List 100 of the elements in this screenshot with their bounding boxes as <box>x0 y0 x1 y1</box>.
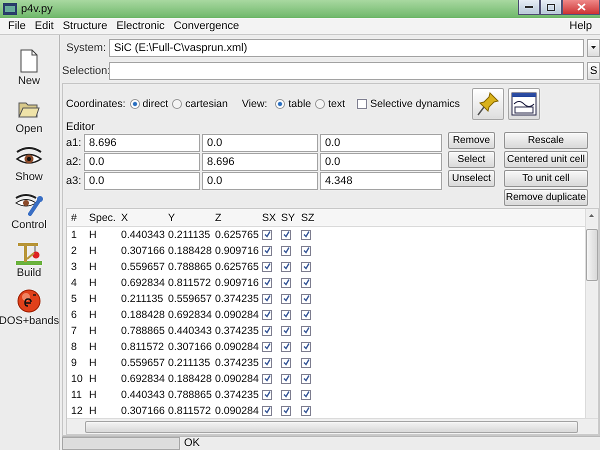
scrollbar-thumb[interactable] <box>586 229 598 281</box>
input-field[interactable]: 0.0 <box>202 172 318 190</box>
column-header[interactable]: Spec. <box>89 212 121 224</box>
table-cell-text: 7 <box>71 325 78 337</box>
input-field[interactable]: 0.0 <box>320 152 442 170</box>
radio-button[interactable] <box>172 99 182 109</box>
radio-button[interactable] <box>130 99 140 109</box>
checkbox[interactable] <box>301 358 311 368</box>
checkbox[interactable] <box>262 326 272 336</box>
checkbox[interactable] <box>281 358 291 368</box>
table-cell-text: 0.440343 <box>168 325 213 337</box>
checkbox[interactable] <box>281 294 291 304</box>
checkbox[interactable] <box>281 230 291 240</box>
scrollbar-thumb[interactable] <box>85 420 578 432</box>
checkbox[interactable] <box>262 406 272 416</box>
checkbox[interactable] <box>262 390 272 400</box>
toolbar-button[interactable]: Build <box>0 237 58 283</box>
checkbox[interactable] <box>262 310 272 320</box>
toolbar-button[interactable]: Control <box>0 189 58 235</box>
menu-item[interactable]: Structure <box>58 20 112 32</box>
checkbox[interactable] <box>301 310 311 320</box>
radio-button[interactable] <box>315 99 326 109</box>
close-button[interactable] <box>562 0 600 15</box>
checkbox[interactable] <box>301 326 311 336</box>
menu-item[interactable]: Help <box>565 20 596 32</box>
checkbox[interactable] <box>262 358 272 368</box>
action-button[interactable]: Centered unit cell <box>504 151 588 168</box>
input-field[interactable]: 0.0 <box>202 134 318 152</box>
checkbox[interactable] <box>357 99 368 109</box>
action-button[interactable]: To unit cell <box>504 170 588 187</box>
checkbox[interactable] <box>301 406 311 416</box>
checkbox[interactable] <box>262 342 272 352</box>
vector-label: a3: <box>66 174 82 186</box>
checkbox[interactable] <box>281 326 291 336</box>
menu-item[interactable]: Electronic <box>112 20 169 32</box>
checkbox[interactable] <box>281 278 291 288</box>
vertical-scrollbar[interactable] <box>585 209 598 418</box>
checkbox[interactable] <box>301 246 311 256</box>
action-button[interactable]: Select <box>448 151 495 168</box>
table-cell-text: H <box>89 293 98 305</box>
selection-field[interactable] <box>109 62 584 80</box>
radio-button[interactable] <box>275 99 286 109</box>
checkbox[interactable] <box>281 342 291 352</box>
toolbar-button[interactable]: New <box>0 45 58 91</box>
menu-item[interactable]: File <box>4 20 30 32</box>
field-label: System: <box>65 42 106 54</box>
column-header[interactable]: X <box>121 212 168 224</box>
checkbox[interactable] <box>281 390 291 400</box>
pin-button[interactable] <box>472 88 504 120</box>
toolbar-button[interactable]: Show <box>0 141 58 187</box>
checkbox[interactable] <box>262 278 272 288</box>
checkbox[interactable] <box>262 230 272 240</box>
checkbox[interactable] <box>262 262 272 272</box>
input-field[interactable]: 4.348 <box>320 172 442 190</box>
checkbox[interactable] <box>262 374 272 384</box>
minimize-button[interactable] <box>518 0 540 15</box>
input-field[interactable]: 0.0 <box>84 152 200 170</box>
checkbox[interactable] <box>301 390 311 400</box>
checkbox[interactable] <box>301 230 311 240</box>
checkbox[interactable] <box>262 246 272 256</box>
table-cell-text: 0.211135 <box>168 357 212 369</box>
checkbox[interactable] <box>301 294 311 304</box>
table-cell-text: 0.909716 <box>215 277 260 289</box>
checkbox[interactable] <box>301 342 311 352</box>
table-cell-text: H <box>89 341 98 353</box>
action-button[interactable]: Remove <box>448 132 495 149</box>
selection-button[interactable]: S <box>587 62 600 80</box>
checkbox[interactable] <box>301 278 311 288</box>
horizontal-scrollbar[interactable] <box>67 418 598 434</box>
table-cell-text: 0.307166 <box>121 245 166 257</box>
vector-label: a2: <box>66 156 82 168</box>
checkbox[interactable] <box>281 406 291 416</box>
checkbox[interactable] <box>281 310 291 320</box>
checkbox[interactable] <box>262 294 272 304</box>
checkbox[interactable] <box>281 262 291 272</box>
window-title: p4v.py <box>21 3 53 15</box>
input-field[interactable]: 0.0 <box>84 172 200 190</box>
action-button[interactable]: Unselect <box>448 170 495 187</box>
column-header[interactable]: Y <box>168 212 215 224</box>
checkbox[interactable] <box>301 262 311 272</box>
toolbar-button[interactable]: Open <box>0 93 58 139</box>
column-header[interactable]: SZ <box>301 212 321 224</box>
column-header[interactable]: Z <box>215 212 262 224</box>
input-field[interactable]: 8.696 <box>202 152 318 170</box>
column-header[interactable]: SY <box>281 212 301 224</box>
input-field[interactable]: 0.0 <box>320 134 442 152</box>
wave-window-button[interactable] <box>508 88 540 120</box>
system-dropdown[interactable]: SiC (E:\Full-C\vasprun.xml) <box>109 38 584 56</box>
checkbox[interactable] <box>301 374 311 384</box>
toolbar-button[interactable]: DOS+bands <box>0 285 58 331</box>
action-button[interactable]: Remove duplicate <box>504 189 588 206</box>
checkbox[interactable] <box>281 374 291 384</box>
maximize-button[interactable] <box>540 0 562 15</box>
checkbox[interactable] <box>281 246 291 256</box>
menu-item[interactable]: Convergence <box>170 20 244 32</box>
column-header[interactable]: # <box>71 212 89 224</box>
input-field[interactable]: 8.696 <box>84 134 200 152</box>
action-button[interactable]: Rescale <box>504 132 588 149</box>
menu-item[interactable]: Edit <box>30 20 58 32</box>
column-header[interactable]: SX <box>262 212 281 224</box>
